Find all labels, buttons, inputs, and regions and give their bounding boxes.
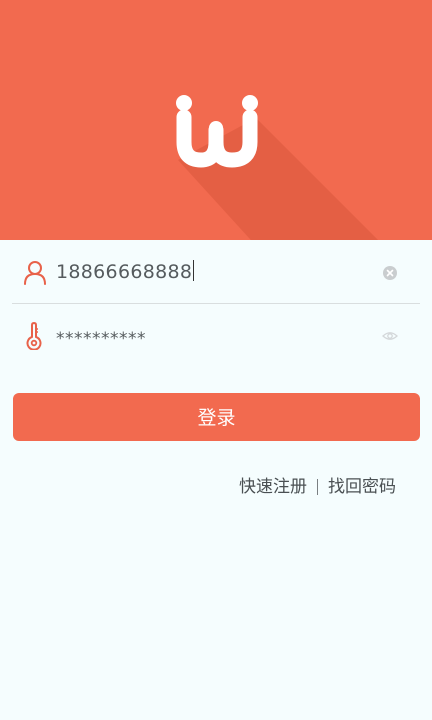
key-icon bbox=[26, 322, 42, 350]
wi-logo-icon bbox=[176, 95, 378, 240]
user-icon bbox=[24, 261, 46, 285]
password-row: ********** bbox=[12, 304, 420, 366]
username-value: 18866668888 bbox=[56, 261, 193, 283]
clear-icon[interactable] bbox=[382, 265, 398, 281]
link-divider bbox=[317, 479, 318, 495]
register-link[interactable]: 快速注册 bbox=[239, 477, 307, 497]
username-input[interactable]: 18866668888 bbox=[56, 259, 195, 285]
forgot-password-link[interactable]: 找回密码 bbox=[328, 477, 396, 497]
auth-links: 快速注册 找回密码 bbox=[239, 474, 396, 500]
password-input[interactable]: ********** bbox=[56, 326, 146, 352]
eye-icon[interactable] bbox=[382, 328, 398, 344]
text-caret bbox=[193, 260, 195, 281]
username-row: 18866668888 bbox=[12, 241, 420, 304]
header-banner bbox=[0, 0, 432, 240]
login-button[interactable]: 登录 bbox=[13, 393, 420, 441]
